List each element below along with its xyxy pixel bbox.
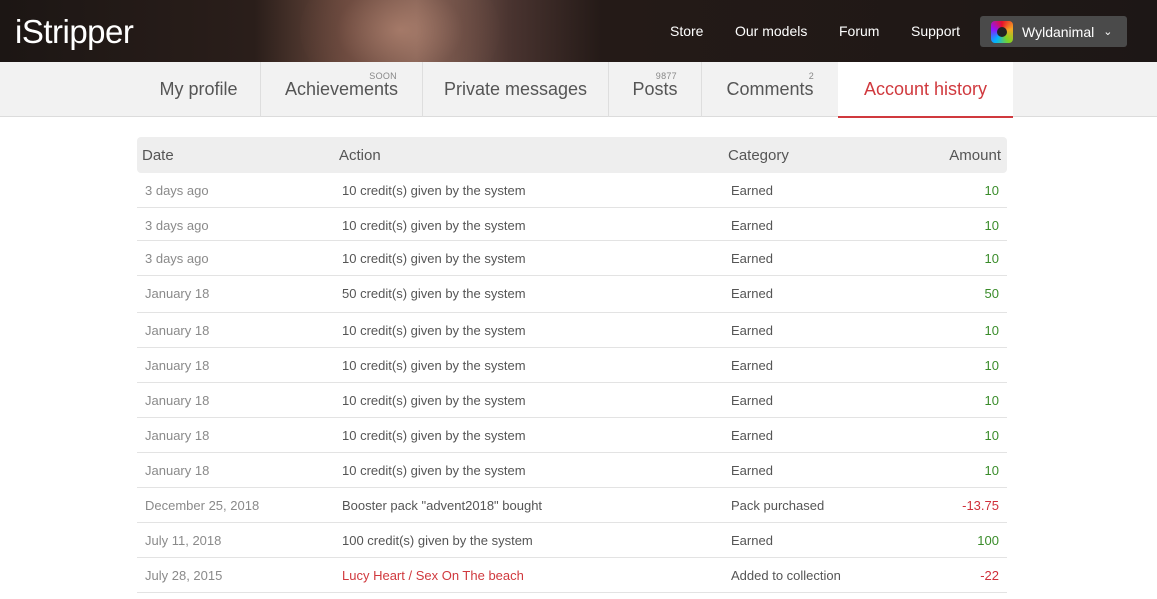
- tab-badge: 9877: [655, 71, 677, 81]
- nav-store-link[interactable]: Store: [670, 23, 703, 39]
- cell-amount: 10: [984, 218, 999, 233]
- cell-action[interactable]: Lucy Heart / Sex On The beach: [342, 568, 524, 583]
- user-avatar: [991, 20, 1013, 43]
- cell-category: Earned: [731, 358, 773, 373]
- nav-forum-link[interactable]: Forum: [839, 23, 879, 39]
- cell-date: July 11, 2018: [145, 533, 222, 548]
- cell-action: 10 credit(s) given by the system: [342, 358, 526, 373]
- nav-our-models-link[interactable]: Our models: [735, 23, 807, 39]
- cell-category: Earned: [731, 323, 773, 338]
- cell-amount: -13.75: [962, 498, 999, 513]
- cell-action: 10 credit(s) given by the system: [342, 218, 526, 233]
- column-header-date: Date: [142, 147, 174, 164]
- user-name: Wyldanimal: [1022, 23, 1095, 40]
- tab-account-history[interactable]: Account history: [838, 62, 1013, 118]
- cell-action: 50 credit(s) given by the system: [342, 286, 526, 301]
- tab-badge: 2: [808, 71, 814, 81]
- table-row: 3 days ago 10 credit(s) given by the syst…: [137, 208, 1007, 241]
- column-header-amount: Amount: [949, 147, 1001, 164]
- table-row: July 11, 2018 100 credit(s) given by the …: [137, 523, 1007, 558]
- table-row: January 18 10 credit(s) given by the syst…: [137, 348, 1007, 383]
- cell-date: January 18: [145, 358, 210, 373]
- cell-amount: -22: [980, 568, 999, 583]
- cell-date: July 28, 2015: [145, 568, 223, 583]
- nav-support-link[interactable]: Support: [911, 23, 960, 39]
- cell-category: Earned: [731, 428, 773, 443]
- tab-label: Private messages: [443, 79, 588, 99]
- table-row: 3 days ago 10 credit(s) given by the syst…: [137, 241, 1007, 276]
- table-row: January 18 10 credit(s) given by the syst…: [137, 313, 1007, 348]
- cell-category: Earned: [731, 533, 773, 548]
- cell-category: Pack purchased: [731, 498, 825, 513]
- cell-date: 3 days ago: [145, 251, 209, 266]
- table-row: 3 days ago 10 credit(s) given by the syst…: [137, 173, 1007, 208]
- tab-my-profile[interactable]: My profile: [137, 62, 261, 117]
- table-row: January 18 10 credit(s) given by the syst…: [137, 383, 1007, 418]
- table-row: July 28, 2015 Lucy Heart / Sex On The bea…: [137, 558, 1007, 593]
- cell-amount: 10: [984, 463, 999, 478]
- cell-category: Earned: [731, 393, 773, 408]
- cell-amount: 50: [984, 286, 999, 301]
- cell-date: 3 days ago: [145, 183, 209, 198]
- logo-text: iStripper: [15, 13, 134, 50]
- table-row: January 18 50 credit(s) given by the syst…: [137, 276, 1007, 313]
- cell-action: 10 credit(s) given by the system: [342, 183, 526, 198]
- cell-date: December 25, 2018: [145, 498, 260, 513]
- table-row: January 18 10 credit(s) given by the syst…: [137, 453, 1007, 488]
- table-header: Date Action Category Amount: [137, 137, 1007, 173]
- cell-date: 3 days ago: [145, 218, 209, 233]
- profile-tab-bar: My profile SOON Achievements Private mes…: [0, 62, 1157, 118]
- cell-action: 10 credit(s) given by the system: [342, 463, 526, 478]
- cell-action: 10 credit(s) given by the system: [342, 393, 526, 408]
- cell-category: Added to collection: [731, 568, 841, 583]
- cell-category: Earned: [731, 251, 773, 266]
- chevron-down-icon: ⌄: [1103, 26, 1113, 38]
- cell-action: 10 credit(s) given by the system: [342, 428, 526, 443]
- user-menu-button[interactable]: Wyldanimal ⌄: [980, 16, 1127, 47]
- table-row: January 18 10 credit(s) given by the syst…: [137, 418, 1007, 453]
- tab-achievements[interactable]: SOON Achievements: [261, 62, 423, 117]
- tab-private-messages[interactable]: Private messages: [423, 62, 609, 117]
- table-body: 3 days ago 10 credit(s) given by the syst…: [137, 173, 1007, 593]
- cell-category: Earned: [731, 286, 773, 301]
- cell-amount: 10: [984, 183, 999, 198]
- account-history-table: Date Action Category Amount 3 days ago 10…: [137, 137, 1007, 593]
- table-row: December 25, 2018 Booster pack "advent201…: [137, 488, 1007, 523]
- cell-category: Earned: [731, 218, 773, 233]
- tab-label: My profile: [159, 79, 238, 99]
- tab-label: Account history: [863, 78, 988, 99]
- column-header-action: Action: [339, 147, 381, 164]
- cell-category: Earned: [731, 463, 773, 478]
- tab-label: Comments: [726, 79, 814, 99]
- cell-action: Booster pack "advent2018" bought: [342, 498, 543, 513]
- istripper-logo[interactable]: iStripper: [15, 13, 134, 51]
- cell-action: 100 credit(s) given by the system: [342, 533, 533, 548]
- cell-date: January 18: [145, 463, 210, 478]
- cell-date: January 18: [145, 393, 210, 408]
- cell-amount: 10: [984, 323, 999, 338]
- cell-category: Earned: [731, 183, 773, 198]
- cell-action: 10 credit(s) given by the system: [342, 323, 526, 338]
- tab-badge: SOON: [369, 71, 397, 81]
- cell-date: January 18: [145, 428, 210, 443]
- cell-amount: 100: [977, 533, 999, 548]
- cell-date: January 18: [145, 286, 210, 301]
- site-header: iStripper Store Our models Forum Support…: [0, 0, 1157, 62]
- tab-label: Posts: [632, 79, 678, 99]
- cell-amount: 10: [984, 251, 999, 266]
- tab-label: Achievements: [284, 79, 399, 99]
- column-header-category: Category: [728, 147, 789, 164]
- header-background-image: [300, 0, 500, 62]
- cell-action: 10 credit(s) given by the system: [342, 251, 526, 266]
- cell-amount: 10: [984, 393, 999, 408]
- tab-comments[interactable]: 2 Comments: [702, 62, 838, 117]
- cell-amount: 10: [984, 358, 999, 373]
- tab-posts[interactable]: 9877 Posts: [609, 62, 702, 117]
- cell-amount: 10: [984, 428, 999, 443]
- cell-date: January 18: [145, 323, 210, 338]
